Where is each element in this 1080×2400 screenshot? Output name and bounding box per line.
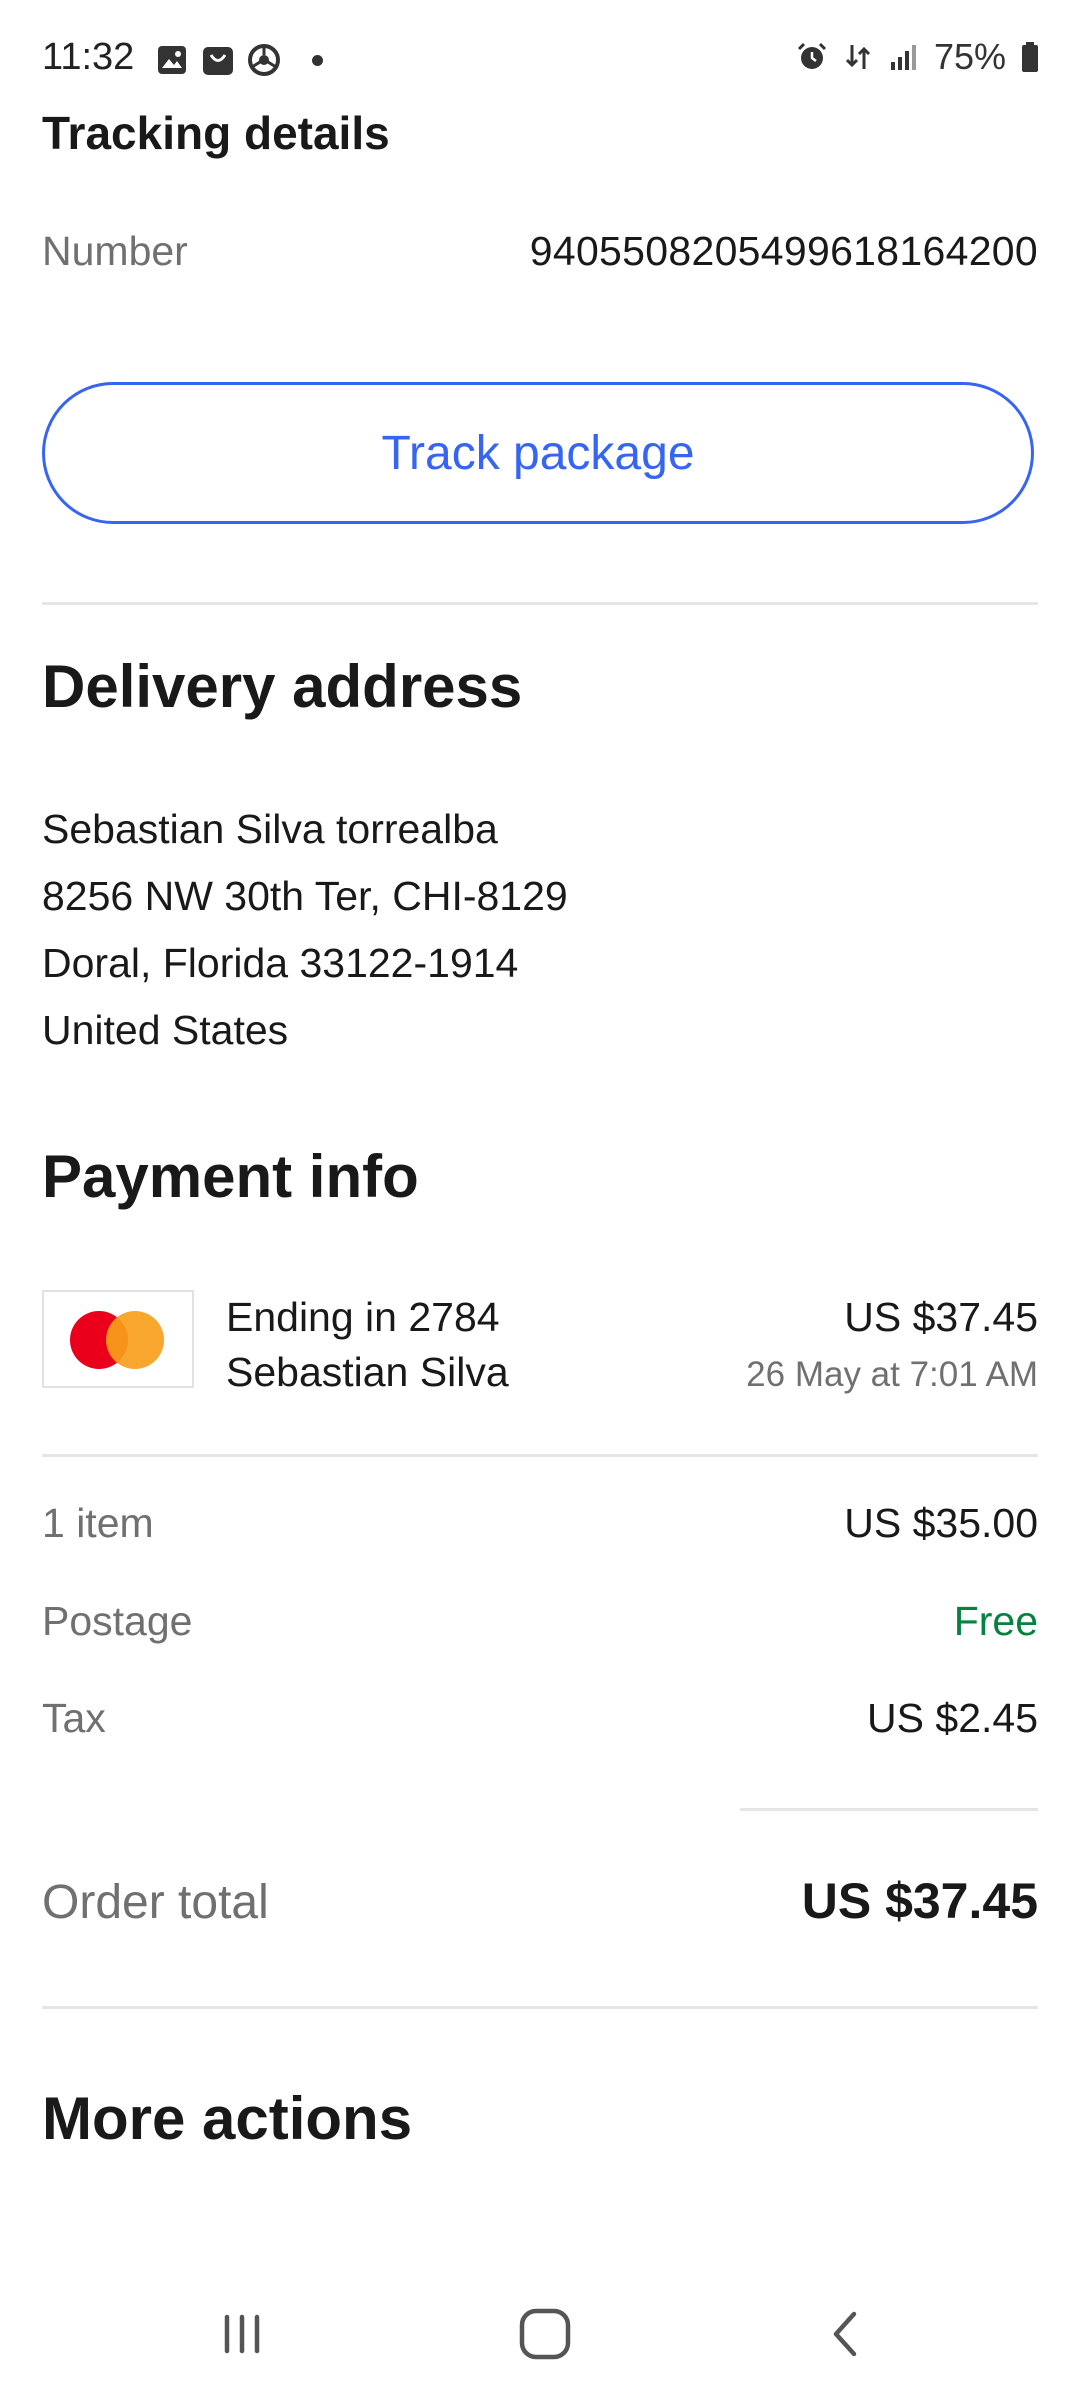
tracking-details-title: Tracking details (42, 107, 390, 159)
payment-date: 26 May at 7:01 AM (746, 1355, 1038, 1394)
order-total-row: Order total US $37.45 (42, 1872, 1038, 1930)
track-package-button[interactable]: Track package (42, 382, 1034, 524)
shopping-bag-icon (202, 44, 234, 76)
payment-amount-block: US $37.45 26 May at 7:01 AM (746, 1290, 1038, 1406)
postage-value: Free (953, 1598, 1038, 1644)
summary-divider (740, 1808, 1038, 1811)
status-bar: 11:32 75% (0, 0, 1080, 120)
battery-icon (1020, 41, 1040, 73)
signal-icon (888, 41, 920, 73)
address-line-name: Sebastian Silva torrealba (42, 806, 498, 852)
card-details: Ending in 2784 Sebastian Silva (226, 1290, 509, 1400)
data-transfer-icon (842, 41, 874, 73)
chrome-icon (248, 44, 280, 76)
more-notifications-dot (312, 54, 323, 66)
tax-value: US $2.45 (867, 1695, 1038, 1741)
order-total-label: Order total (42, 1876, 269, 1929)
back-icon[interactable] (802, 2294, 892, 2374)
payment-amount: US $37.45 (844, 1294, 1038, 1340)
recent-apps-icon[interactable] (197, 2294, 287, 2374)
items-row: 1 item US $35.00 (42, 1500, 1038, 1547)
system-icons: 75% (796, 36, 1040, 78)
home-icon[interactable] (500, 2294, 590, 2374)
divider (42, 1454, 1038, 1457)
address-line-city: Doral, Florida 33122-1914 (42, 940, 519, 986)
items-label: 1 item (42, 1500, 154, 1546)
alarm-icon (796, 41, 828, 73)
notification-icons (156, 44, 323, 76)
card-holder: Sebastian Silva (226, 1349, 509, 1395)
payment-info-title: Payment info (42, 1143, 419, 1210)
address-line-country: United States (42, 1007, 289, 1053)
more-actions-title: More actions (42, 2085, 413, 2152)
address-line-street: 8256 NW 30th Ter, CHI-8129 (42, 873, 568, 919)
mastercard-icon (42, 1290, 194, 1388)
status-time: 11:32 (42, 36, 135, 78)
items-value: US $35.00 (844, 1500, 1038, 1546)
tracking-number-row: Number 9405508205499618164200 (42, 228, 1038, 275)
gallery-icon (156, 44, 188, 76)
postage-label: Postage (42, 1598, 193, 1644)
tracking-number-value: 9405508205499618164200 (529, 228, 1038, 274)
navigation-bar (0, 2274, 1080, 2400)
mastercard-orange-circle (106, 1311, 164, 1369)
delivery-address: Sebastian Silva torrealba 8256 NW 30th T… (42, 796, 568, 1064)
delivery-address-title: Delivery address (42, 653, 523, 720)
divider (42, 2006, 1038, 2009)
postage-row: Postage Free (42, 1598, 1038, 1645)
divider (42, 602, 1038, 605)
order-total-value: US $37.45 (801, 1873, 1038, 1929)
tax-row: Tax US $2.45 (42, 1695, 1038, 1742)
tracking-number-label: Number (42, 228, 188, 274)
card-ending: Ending in 2784 (226, 1294, 500, 1340)
tax-label: Tax (42, 1695, 106, 1741)
battery-percent: 75% (933, 36, 1006, 77)
